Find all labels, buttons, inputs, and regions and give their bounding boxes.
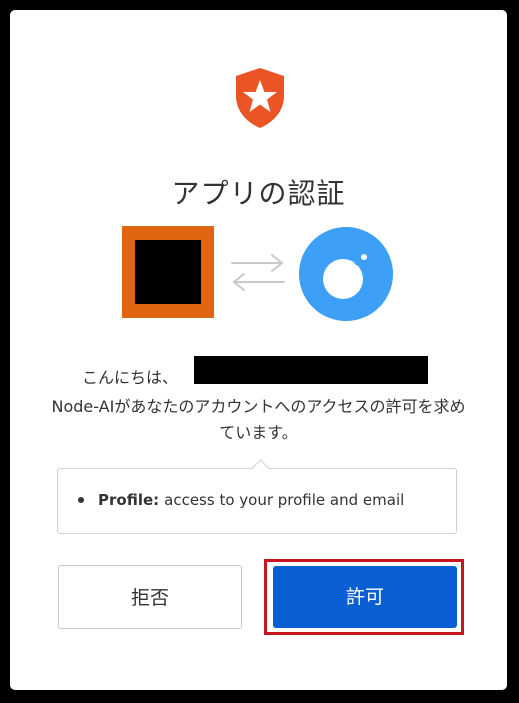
node-ai-icon	[299, 227, 393, 321]
deny-button[interactable]: 拒否	[58, 565, 242, 629]
greeting-text: こんにちは、	[82, 368, 179, 387]
scope-description: access to your profile and email	[164, 491, 405, 509]
bullet-icon	[78, 497, 84, 503]
scope-pointer	[251, 459, 270, 478]
swap-arrows-icon	[231, 254, 285, 291]
allow-button[interactable]: 許可	[273, 566, 457, 628]
redacted-username	[194, 356, 428, 384]
scope-label: Profile:	[98, 491, 160, 509]
scope-item-profile: Profile: access to your profile and emai…	[78, 491, 404, 509]
client-app-icon	[122, 226, 214, 318]
permission-message: Node-AIがあなたのアカウントへのアクセスの許可を求めています。	[51, 397, 466, 442]
auth0-logo-icon	[236, 68, 284, 128]
scope-list: Profile: access to your profile and emai…	[57, 459, 457, 534]
page-title: アプリの認証	[171, 177, 346, 210]
authorization-card: アプリの認証 こんにちは、 Node-AIがあなたのアカウントへのアクセスの許可…	[10, 10, 507, 690]
